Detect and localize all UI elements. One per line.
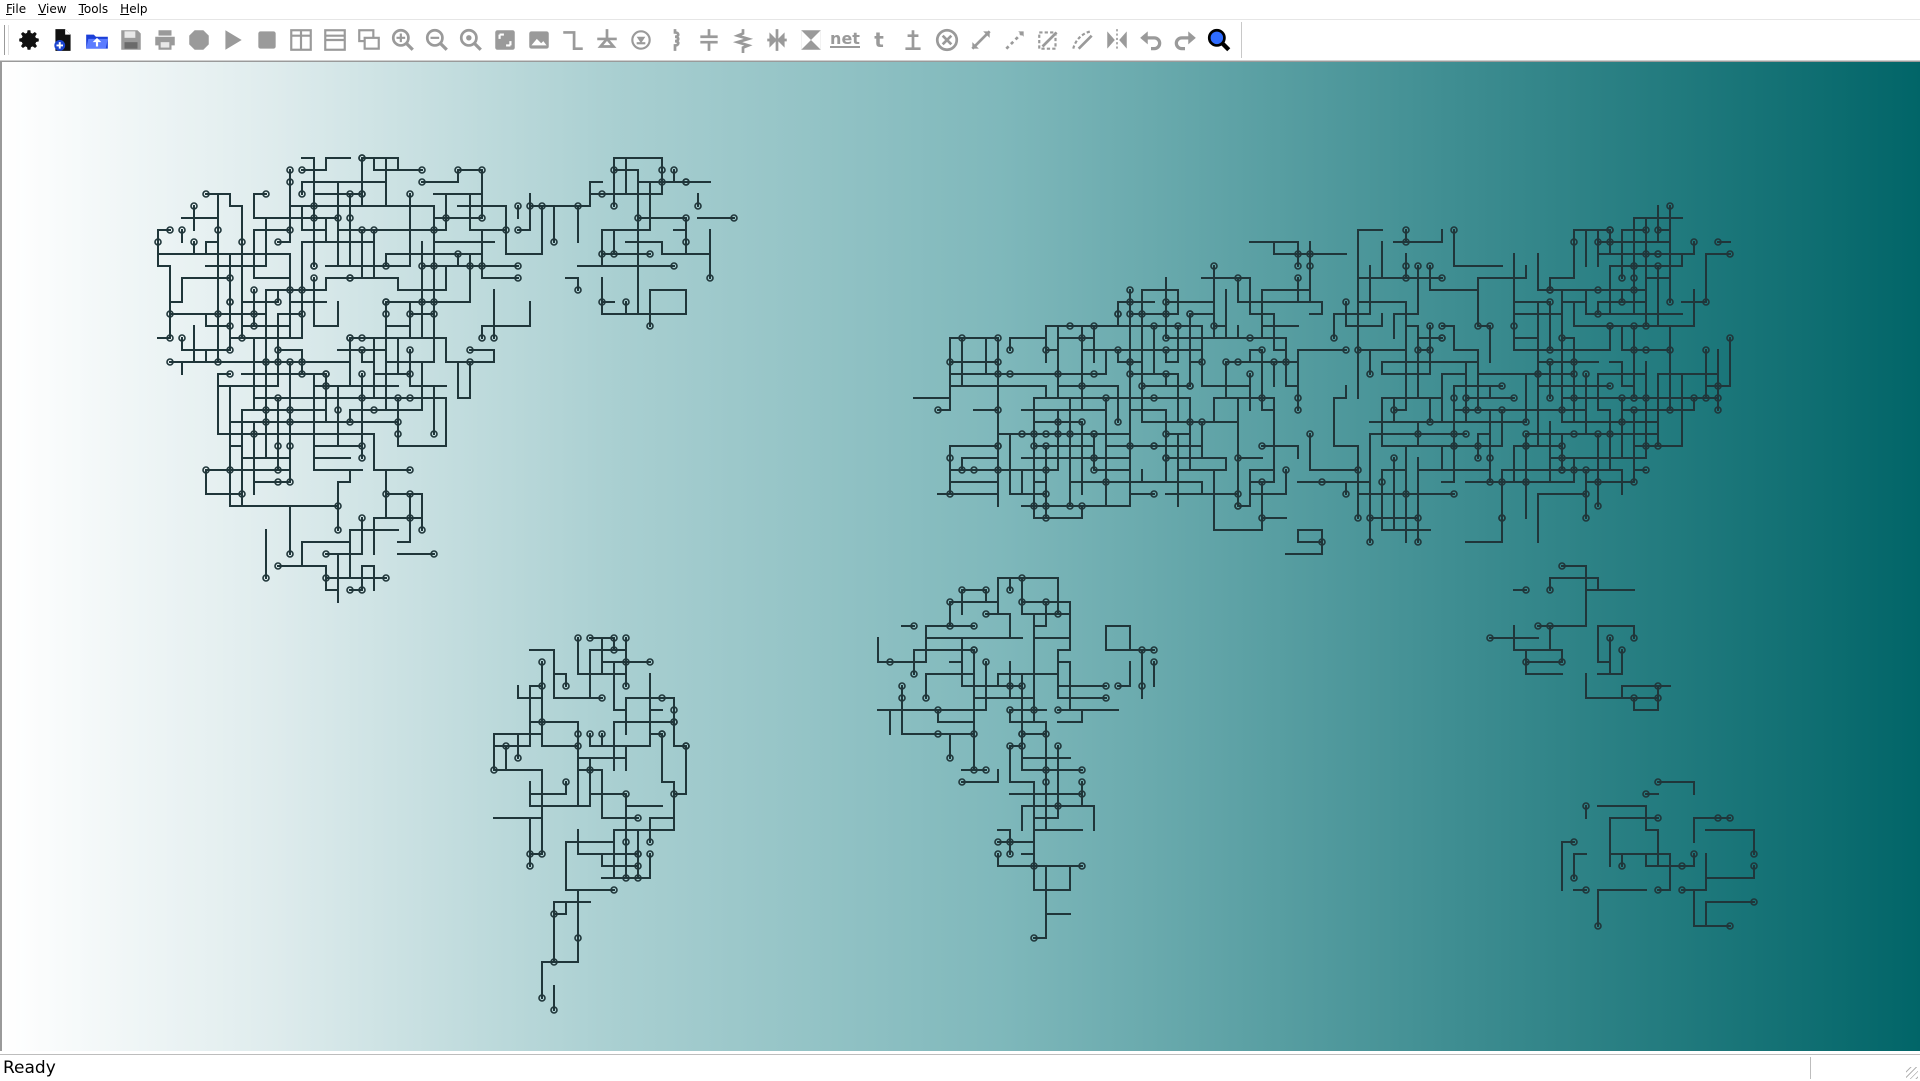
run-button[interactable]	[218, 26, 248, 54]
diode-button[interactable]	[626, 26, 656, 54]
resistor-button[interactable]	[728, 26, 758, 54]
print-button[interactable]	[150, 26, 180, 54]
stop-hexagon-button[interactable]	[184, 26, 214, 54]
resize-grip[interactable]	[1906, 1067, 1918, 1079]
bus-button[interactable]	[796, 26, 826, 54]
ground-icon	[597, 29, 617, 48]
zoom-out-icon	[425, 28, 448, 51]
status-bar: Ready	[0, 1054, 1920, 1081]
run-icon	[225, 30, 242, 50]
undo-button[interactable]	[1136, 26, 1166, 54]
wire-button[interactable]	[558, 26, 588, 54]
net-label-button[interactable]: net	[830, 26, 860, 54]
menu-tools[interactable]: Tools	[73, 0, 115, 19]
draw-line-icon	[971, 30, 991, 50]
open-folder-icon	[86, 34, 108, 49]
undo-icon	[1140, 31, 1162, 51]
polygon-icon	[1038, 31, 1058, 50]
delete-circle-icon	[935, 28, 959, 52]
pin-tool-button[interactable]	[898, 26, 928, 54]
zoom-in-icon	[391, 28, 414, 51]
zoom-out-button[interactable]	[422, 26, 452, 54]
pin-tool-icon	[905, 30, 921, 51]
inductor-icon	[673, 29, 680, 51]
menu-view[interactable]: View	[32, 0, 72, 19]
settings-button[interactable]	[14, 26, 44, 54]
layers-button[interactable]	[354, 26, 384, 54]
zoom-fit-button[interactable]	[456, 26, 486, 54]
menu-file[interactable]: File	[0, 0, 32, 19]
zoom-window-button[interactable]	[490, 26, 520, 54]
print-icon	[155, 30, 175, 50]
schematic-canvas[interactable]	[0, 61, 1920, 1051]
menu-bar: File View Tools Help	[0, 0, 1920, 20]
save-icon	[121, 30, 141, 50]
text-tool-icon: t	[874, 28, 884, 52]
resistor-icon	[732, 29, 754, 53]
split-horizontal-icon	[324, 29, 346, 51]
find-button[interactable]	[1204, 26, 1234, 54]
capacitor-button[interactable]	[694, 26, 724, 54]
inductor-button[interactable]	[660, 26, 690, 54]
freehand-icon	[1072, 30, 1093, 50]
text-tool-button[interactable]: t	[864, 26, 894, 54]
image-icon	[529, 31, 549, 49]
net-label-icon: net	[830, 29, 860, 48]
image-button[interactable]	[524, 26, 554, 54]
ground-button[interactable]	[592, 26, 622, 54]
new-document-button[interactable]	[48, 26, 78, 54]
zoom-in-button[interactable]	[388, 26, 418, 54]
freehand-button[interactable]	[1068, 26, 1098, 54]
new-document-icon	[54, 29, 71, 51]
layers-icon	[358, 29, 380, 50]
menu-help[interactable]: Help	[114, 0, 153, 19]
junction-icon	[767, 29, 787, 51]
draw-line-button[interactable]	[966, 26, 996, 54]
toolbar: net t	[0, 20, 1920, 61]
open-button[interactable]	[82, 26, 112, 54]
diode-icon	[631, 30, 651, 50]
mirror-button[interactable]	[1102, 26, 1132, 54]
redo-button[interactable]	[1170, 26, 1200, 54]
stop-button[interactable]	[252, 26, 282, 54]
stop-square-icon	[258, 31, 276, 49]
delete-button[interactable]	[932, 26, 962, 54]
toolbar-end-separator	[1241, 22, 1242, 58]
zoom-fit-icon	[459, 28, 482, 51]
bus-icon	[801, 30, 821, 50]
status-pane	[1810, 1057, 1919, 1079]
draw-dashed-icon	[1005, 30, 1025, 50]
zoom-window-icon	[495, 30, 515, 50]
draw-dashed-button[interactable]	[1000, 26, 1030, 54]
junction-button[interactable]	[762, 26, 792, 54]
polygon-button[interactable]	[1034, 26, 1064, 54]
toolbar-grip[interactable]	[4, 25, 9, 55]
save-button[interactable]	[116, 26, 146, 54]
circuit-world-map	[154, 154, 1758, 1014]
circuit-traces	[157, 157, 1755, 1011]
split-horizontal-button[interactable]	[320, 26, 350, 54]
split-vertical-icon	[290, 29, 312, 51]
status-text: Ready	[3, 1058, 56, 1078]
wire-icon	[563, 31, 583, 51]
redo-icon	[1174, 31, 1196, 51]
capacitor-icon	[700, 29, 718, 51]
mirror-icon	[1107, 29, 1127, 51]
settings-gear-icon	[19, 30, 39, 50]
find-icon	[1207, 28, 1231, 52]
stop-hexagon-icon	[189, 30, 209, 50]
split-vertical-button[interactable]	[286, 26, 316, 54]
